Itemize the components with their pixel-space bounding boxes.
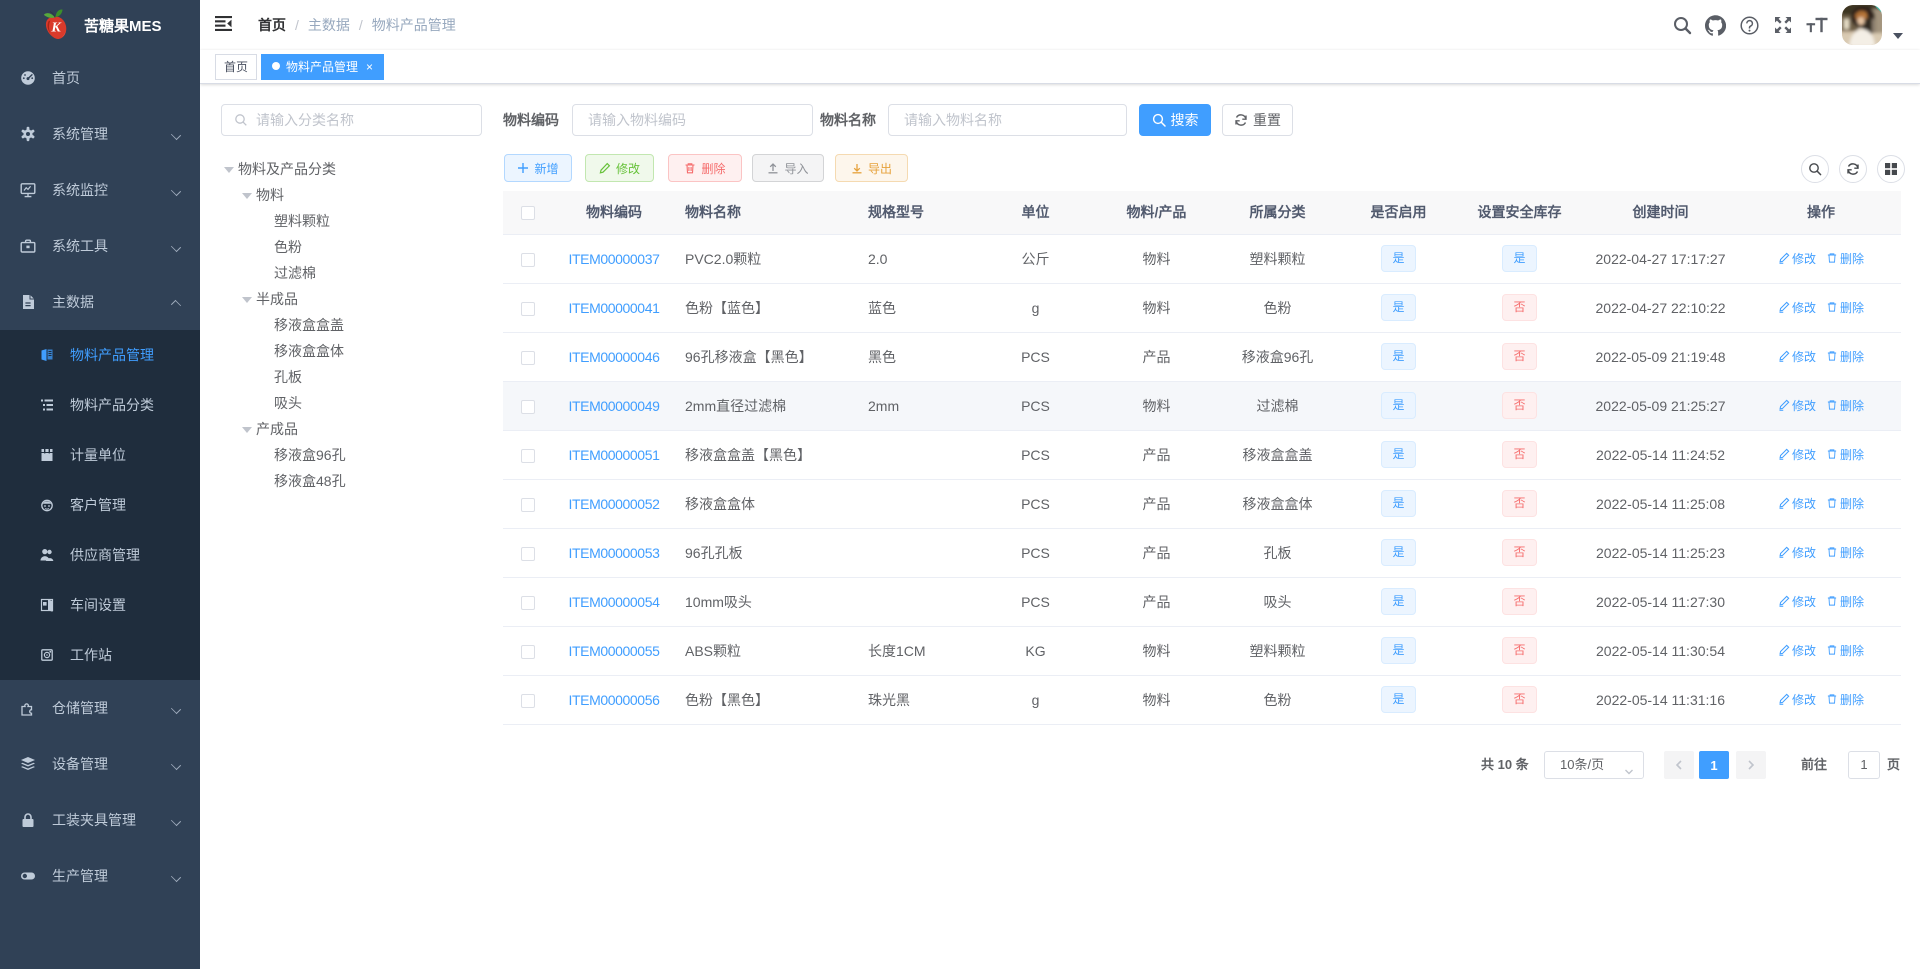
svg-text:K: K bbox=[50, 21, 62, 36]
